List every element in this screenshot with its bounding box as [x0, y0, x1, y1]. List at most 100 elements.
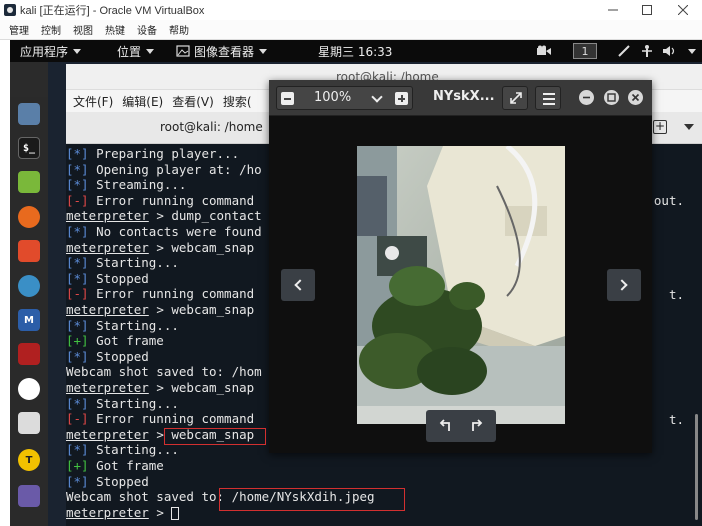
status-tag: [*]: [66, 270, 89, 286]
terminal-menu-file[interactable]: 文件(F): [73, 93, 113, 110]
pen-tool-indicator[interactable]: [617, 40, 631, 62]
terminal-scrollbar[interactable]: [695, 414, 698, 520]
zoom-level[interactable]: 100%: [314, 90, 351, 105]
workspace-indicator[interactable]: 1: [573, 43, 597, 59]
terminal-cursor: [171, 506, 180, 520]
terminal-right-fragment: out.: [653, 193, 684, 208]
vbox-menu-view[interactable]: 视图: [73, 22, 93, 37]
terminal-line: [*] Streaming...: [66, 177, 186, 193]
host-desktop-strip: [0, 40, 10, 526]
dock-screenshot-icon[interactable]: [18, 485, 40, 507]
video-camera-icon: [537, 45, 551, 55]
maximize-button[interactable]: [630, 0, 664, 20]
chevron-down-icon[interactable]: [684, 124, 694, 130]
applications-label: 应用程序: [20, 44, 69, 59]
zoom-out-button[interactable]: [281, 92, 294, 105]
terminal-tab-title: root@kali: /home: [160, 120, 263, 134]
fullscreen-icon: [510, 92, 522, 104]
dock-eye-icon[interactable]: [18, 275, 40, 297]
chevron-down-icon[interactable]: [371, 91, 383, 103]
clock[interactable]: 星期三 16:33: [318, 40, 392, 62]
menu-button[interactable]: [535, 86, 561, 110]
system-menu[interactable]: [683, 40, 696, 62]
dock: $_ M T: [10, 97, 48, 526]
rotate-right-button[interactable]: [462, 410, 492, 442]
active-app-menu[interactable]: 图像查看器: [176, 40, 268, 62]
image-viewer-window: 100% NYskX...: [269, 80, 652, 453]
terminal-line-text: Opening player at: /ho: [88, 161, 262, 177]
terminal-line: meterpreter >: [66, 505, 180, 521]
terminal-line-text: Stopped: [88, 270, 149, 286]
dock-cherry-icon[interactable]: [18, 343, 40, 365]
rotate-right-icon: [472, 419, 483, 431]
terminal-line-text: Webcam shot saved to: /hom: [66, 364, 262, 380]
terminal-line: [*] Stopped: [66, 349, 149, 365]
fullscreen-button[interactable]: [502, 86, 528, 110]
accessibility-indicator[interactable]: [640, 40, 654, 62]
close-icon: [678, 5, 688, 15]
vbox-menu-devices[interactable]: 设备: [137, 22, 157, 37]
dock-wifi-icon[interactable]: [18, 412, 40, 434]
terminal-menu-view[interactable]: 查看(V): [172, 93, 214, 110]
terminal-line-text: > webcam_snap: [148, 239, 255, 255]
chevron-down-icon: [146, 48, 155, 54]
dock-terminal-icon[interactable]: $_: [18, 137, 40, 159]
close-icon: [631, 93, 640, 102]
dock-armitage-icon[interactable]: [18, 240, 40, 262]
terminal-line-text: Stopped: [88, 348, 149, 364]
video-camera-indicator[interactable]: [536, 40, 552, 62]
dock-maltego-icon[interactable]: [18, 378, 40, 400]
terminal-line-text: Got frame: [88, 333, 164, 349]
viewer-maximize-button[interactable]: [604, 90, 619, 105]
new-tab-button[interactable]: +: [653, 120, 667, 134]
rotate-left-button[interactable]: [430, 410, 460, 442]
dock-metasploit-icon[interactable]: M: [18, 309, 40, 331]
applications-menu[interactable]: 应用程序: [20, 40, 82, 62]
terminal-right-fragment: t.: [668, 287, 684, 302]
terminal-line-text: > dump_contact: [148, 208, 262, 224]
terminal-line-text: Stopped: [88, 473, 149, 489]
places-label: 位置: [117, 44, 142, 59]
status-tag: [*]: [66, 146, 89, 161]
previous-image-button[interactable]: [281, 269, 315, 301]
terminal-line: meterpreter > dump_contact: [66, 208, 262, 224]
status-tag: [*]: [66, 255, 89, 271]
pen-icon: [618, 45, 630, 57]
terminal-line: meterpreter > webcam_snap: [66, 302, 254, 318]
terminal-menu-edit[interactable]: 编辑(E): [122, 93, 163, 110]
terminal-line: meterpreter > webcam_snap: [66, 380, 254, 396]
status-tag: [-]: [66, 286, 89, 302]
minimize-button[interactable]: [596, 0, 630, 20]
terminal-menu-search[interactable]: 搜索(: [223, 93, 252, 110]
vbox-menu-hotkey[interactable]: 热键: [105, 22, 125, 37]
vbox-menu-help[interactable]: 帮助: [169, 22, 189, 37]
vbox-menu-control[interactable]: 控制: [41, 22, 61, 37]
vbox-menu-manage[interactable]: 管理: [9, 22, 29, 37]
vbox-window-title: kali [正在运行] - Oracle VM VirtualBox: [20, 5, 205, 17]
volume-indicator[interactable]: [662, 40, 676, 62]
terminal-line: [-] Error running command: [66, 286, 254, 302]
meterpreter-prompt: meterpreter: [66, 208, 149, 224]
vbox-menubar: 管理 控制 视图 热键 设备 帮助: [0, 20, 702, 40]
screen: kali [正在运行] - Oracle VM VirtualBox 管理 控制…: [0, 0, 702, 526]
dock-notes-icon[interactable]: [18, 171, 40, 193]
next-image-button[interactable]: [607, 269, 641, 301]
status-tag: [*]: [66, 177, 89, 193]
places-menu[interactable]: 位置: [117, 40, 155, 62]
status-tag: [*]: [66, 473, 89, 489]
terminal-line-text: > webcam_snap: [148, 302, 255, 317]
status-tag: [*]: [66, 317, 89, 333]
maximize-icon: [607, 93, 616, 102]
chevron-left-icon: [294, 279, 306, 291]
dock-tool-icon[interactable]: T: [18, 449, 40, 471]
terminal-right-fragment: t.: [668, 412, 684, 427]
dock-burp-icon[interactable]: [18, 206, 40, 228]
dock-files-icon[interactable]: [18, 103, 40, 125]
terminal-line-text: Starting...: [88, 395, 179, 411]
viewer-minimize-button[interactable]: [579, 90, 594, 105]
terminal-line: [*] Starting...: [66, 442, 179, 458]
close-window-button[interactable]: [666, 0, 700, 20]
status-tag: [*]: [66, 161, 89, 177]
viewer-close-button[interactable]: [628, 90, 643, 105]
zoom-in-button[interactable]: [395, 92, 408, 105]
